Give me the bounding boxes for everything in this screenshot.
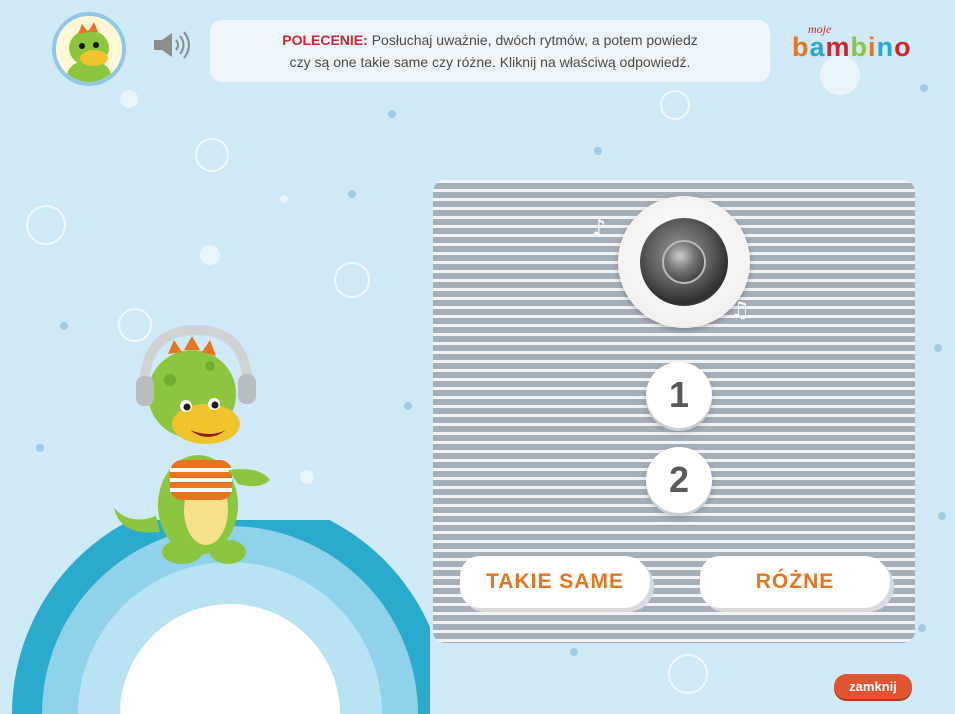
dinosaur-avatar-icon	[56, 16, 122, 82]
music-note-icon: ♫	[730, 298, 750, 323]
bubble-decoration	[60, 322, 68, 330]
bubble-decoration	[195, 138, 229, 172]
bubble-decoration	[660, 90, 690, 120]
bubble-decoration	[388, 110, 396, 118]
music-note-icon: ♪	[592, 216, 607, 241]
rhythm-1-button[interactable]: 1	[646, 362, 712, 428]
bubble-decoration	[200, 245, 220, 265]
instruction-box: POLECENIE: Posłuchaj uważnie, dwóch rytm…	[210, 20, 770, 82]
logo-big-text: bambino	[792, 32, 912, 62]
instruction-text-1: Posłuchaj uważnie, dwóch rytmów, a potem…	[371, 32, 698, 48]
rhythm-2-button[interactable]: 2	[646, 447, 712, 513]
speaker-icon[interactable]	[150, 30, 194, 60]
bubble-decoration	[668, 654, 708, 694]
instruction-label: POLECENIE:	[282, 32, 368, 48]
play-lens-icon	[640, 218, 728, 306]
bubble-decoration	[280, 195, 288, 203]
bubble-decoration	[934, 344, 942, 352]
bubble-decoration	[404, 402, 412, 410]
bubble-decoration	[938, 512, 946, 520]
close-button[interactable]: zamknij	[834, 674, 912, 699]
bubble-decoration	[594, 147, 602, 155]
answer-same-button[interactable]: TAKIE SAME	[460, 556, 650, 608]
bubble-decoration	[120, 90, 138, 108]
answer-different-button[interactable]: RÓŻNE	[700, 556, 890, 608]
bubble-decoration	[570, 648, 578, 656]
bubble-decoration	[920, 84, 928, 92]
game-stage: POLECENIE: Posłuchaj uważnie, dwóch rytm…	[0, 0, 955, 714]
lens-center	[662, 240, 706, 284]
bambino-logo: moje bambino	[790, 20, 920, 70]
dinosaur-mascot-icon	[114, 324, 270, 564]
bubble-decoration	[918, 624, 926, 632]
bubble-decoration	[26, 205, 66, 245]
bubble-decoration	[36, 444, 44, 452]
bubble-decoration	[300, 470, 314, 484]
bubble-decoration	[334, 262, 370, 298]
bubble-decoration	[348, 190, 356, 198]
mascot-avatar	[52, 12, 126, 86]
instruction-line-1: POLECENIE: Posłuchaj uważnie, dwóch rytm…	[210, 29, 770, 51]
instruction-text-2: czy są one takie same czy różne. Kliknij…	[289, 54, 691, 70]
